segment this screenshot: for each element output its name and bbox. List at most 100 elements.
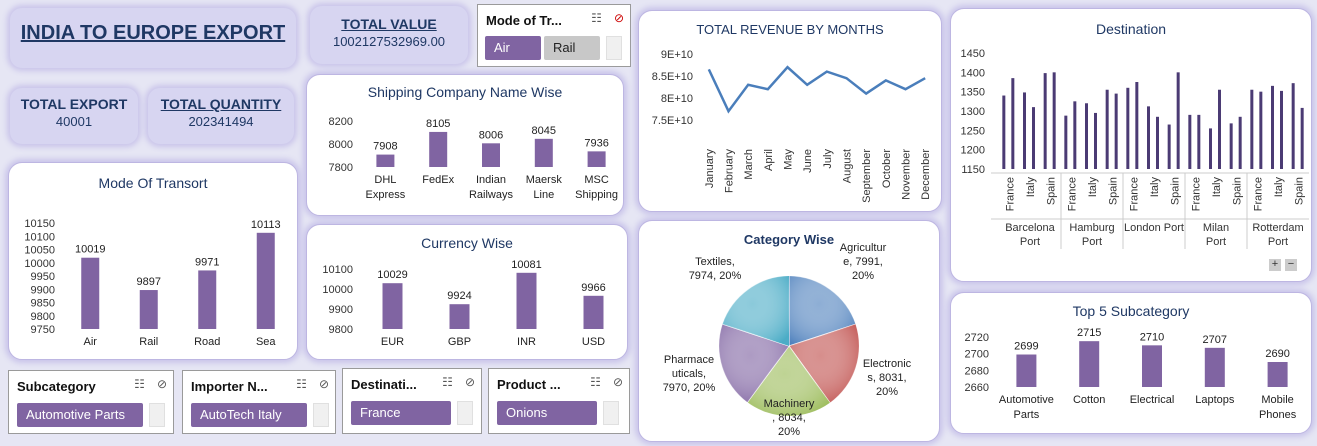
clear-filter-icon[interactable]: ⊘	[319, 377, 329, 391]
x-tick-label: Shipping	[575, 189, 618, 201]
slice-label: Pharmace	[664, 354, 714, 366]
revenue-chart: 9E+10 8.5E+10 8E+10 7.5E+10 January February M…	[652, 49, 932, 203]
bar	[1259, 91, 1263, 169]
x-tick-label: FedEx	[422, 174, 454, 186]
y-tick-label: 1400	[961, 67, 985, 79]
slice-label: Electronic	[863, 358, 912, 370]
bar	[1204, 347, 1225, 387]
bar	[1147, 106, 1150, 169]
total-quantity-label: TOTAL QUANTITY	[160, 96, 282, 112]
clear-filter-icon[interactable]: ⊘	[157, 377, 167, 391]
bar	[376, 154, 395, 167]
bar	[1135, 82, 1139, 169]
bar	[1267, 362, 1288, 387]
data-label: 8105	[426, 118, 450, 130]
slicer-item-autotech-italy[interactable]: AutoTech Italy	[191, 403, 307, 427]
group-label: Milan	[1203, 222, 1229, 234]
slice-label: , 8034,	[772, 412, 806, 424]
title-card: INDIA TO EUROPE EXPORT	[10, 8, 296, 68]
slicer-scrollbar[interactable]	[313, 403, 329, 427]
x-tick-label: March	[743, 149, 755, 180]
group-label: Barcelona	[1005, 222, 1055, 234]
slicer-item-onions[interactable]: Onions	[497, 401, 597, 425]
x-tick-label: Indian	[476, 174, 506, 186]
y-tick-label: 1200	[961, 145, 985, 157]
y-tick-label: 7.5E+10	[652, 115, 693, 127]
bar	[1188, 114, 1192, 169]
data-label: 9924	[447, 290, 471, 302]
x-tick-label: Italy	[1211, 177, 1223, 198]
bar	[583, 295, 604, 329]
bar	[1032, 107, 1035, 169]
y-tick-label: 9800	[31, 311, 55, 323]
data-label: 2707	[1203, 334, 1227, 346]
bar	[81, 257, 100, 329]
collapse-icon[interactable]: −	[1285, 259, 1297, 271]
y-tick-label: 1250	[961, 125, 985, 137]
clear-filter-icon[interactable]: ⊘	[614, 11, 624, 25]
destination-slicer[interactable]: Destinati... ☷ ⊘ France	[342, 368, 482, 434]
x-tick-label: April	[763, 149, 775, 171]
x-tick-label: France	[1252, 177, 1264, 211]
product-slicer[interactable]: Product ... ☷ ⊘ Onions	[488, 368, 630, 434]
x-tick-label: INR	[517, 336, 536, 348]
subcategory-slicer[interactable]: Subcategory ☷ ⊘ Automotive Parts	[8, 370, 174, 434]
shipping-chart-card: Shipping Company Name Wise 8200 8000 7800 7…	[306, 74, 624, 216]
group-label: Rotterdam	[1252, 222, 1303, 234]
x-tick-label: December	[920, 149, 932, 200]
bar	[1126, 87, 1130, 169]
total-export-value: 40001	[55, 114, 93, 129]
importer-slicer[interactable]: Importer N... ☷ ⊘ AutoTech Italy	[182, 370, 336, 434]
y-tick-label: 8E+10	[661, 93, 693, 105]
y-tick-label: 1150	[961, 164, 985, 176]
slice-label: 7970, 20%	[663, 382, 716, 394]
data-label: 9966	[581, 282, 605, 294]
y-tick-label: 8.5E+10	[652, 71, 693, 83]
revenue-line	[707, 65, 926, 114]
slice-label: Agricultur	[840, 242, 887, 254]
total-quantity-card: TOTAL QUANTITY 202341494	[148, 88, 294, 144]
slicer-scrollbar[interactable]	[603, 401, 619, 425]
bar	[1142, 345, 1162, 387]
slicer-scrollbar[interactable]	[606, 36, 622, 60]
multi-select-icon[interactable]: ☷	[590, 375, 601, 389]
slicer-scrollbar[interactable]	[149, 403, 165, 427]
mode-slicer[interactable]: Mode of Tr... ☷ ⊘ Air Rail	[477, 4, 631, 67]
slicer-item-france[interactable]: France	[351, 401, 451, 425]
multi-select-icon[interactable]: ☷	[296, 377, 307, 391]
bar	[1271, 85, 1274, 169]
destination-slicer-title: Destinati...	[351, 377, 417, 392]
clear-filter-icon[interactable]: ⊘	[613, 375, 623, 389]
multi-select-icon[interactable]: ☷	[134, 377, 145, 391]
y-tick-label: 9900	[31, 284, 55, 296]
bar	[449, 304, 470, 329]
x-tick-label: Phones	[1259, 409, 1297, 421]
slicer-item-rail[interactable]: Rail	[544, 36, 600, 60]
total-export-card: TOTAL EXPORT 40001	[10, 88, 138, 144]
slicer-scrollbar[interactable]	[457, 401, 473, 425]
mode-chart-card: Mode Of Transort 10150 10100 10050 10000 995…	[8, 162, 298, 360]
x-tick-label: Electrical	[1130, 394, 1175, 406]
total-value-label: TOTAL VALUE	[341, 16, 437, 32]
multi-select-icon[interactable]: ☷	[442, 375, 453, 389]
x-tick-label: Spain	[1170, 177, 1182, 205]
bar	[516, 272, 537, 329]
subcategory-chart-card: Top 5 Subcategory 2720 2700 2680 2660 2699 Au…	[950, 292, 1312, 434]
x-tick-label: September	[861, 149, 873, 203]
y-tick-label: 9850	[31, 298, 55, 310]
multi-select-icon[interactable]: ☷	[591, 11, 602, 25]
y-tick-label: 9750	[31, 324, 55, 336]
y-tick-label: 9950	[31, 271, 55, 283]
data-label: 2715	[1077, 327, 1101, 339]
group-label: Port	[1020, 236, 1040, 248]
x-tick-label: Railways	[469, 189, 514, 201]
data-label: 10019	[75, 244, 106, 256]
expand-icon[interactable]: +	[1269, 259, 1281, 271]
slicer-item-automotive-parts[interactable]: Automotive Parts	[17, 403, 143, 427]
x-tick-label: Sea	[256, 336, 276, 348]
group-label: Hamburg	[1069, 222, 1114, 234]
y-tick-label: 10000	[322, 284, 353, 296]
y-tick-label: 1300	[961, 106, 985, 118]
clear-filter-icon[interactable]: ⊘	[465, 375, 475, 389]
slicer-item-air[interactable]: Air	[485, 36, 541, 60]
